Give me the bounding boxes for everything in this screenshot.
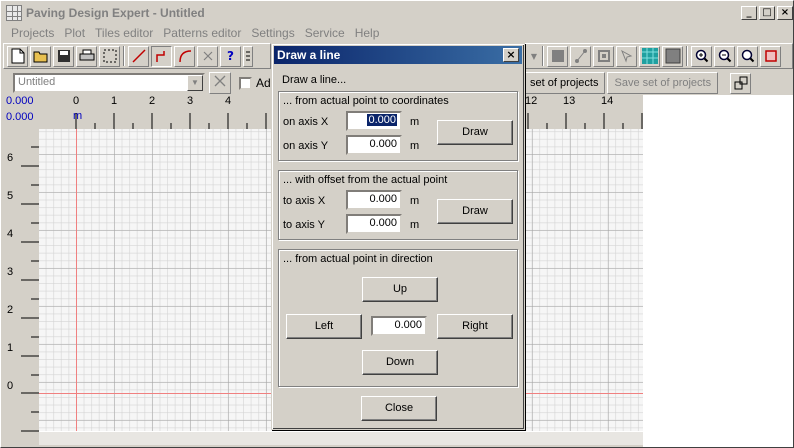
offset-group: ... with offset from the actual point to… [278,170,518,240]
clear-project-button[interactable] [209,72,231,94]
coords-x-label: on axis X [283,116,329,128]
main-toolbar-right: ▼ [525,43,793,69]
main-window: Paving Design Expert - Untitled _ □ × Pr… [0,0,794,448]
coords-y-label: on axis Y [283,140,329,152]
new-file-icon[interactable] [7,45,28,67]
offset-y-label: to axis Y [283,219,325,231]
window-controls: _ □ × [739,6,793,20]
offset-group-caption: ... with offset from the actual point [283,174,448,186]
close-window-button[interactable]: × [777,6,793,20]
menu-settings[interactable]: Settings [246,26,299,40]
project-toolbar: Untitled ▼ Ad [13,71,271,95]
direction-distance-value: 0.000 [394,319,422,331]
horizontal-scrollbar[interactable] [39,431,643,445]
left-ruler: 6 5 4 3 2 1 0 [1,129,39,445]
toolbar-separator [686,46,688,66]
y-axis-line [76,129,77,431]
direction-down-button[interactable]: Down [362,350,438,375]
menu-help[interactable]: Help [350,26,385,40]
coords-y-unit: m [410,140,420,152]
add-checkbox-label: Ad [256,76,271,90]
direction-up-button[interactable]: Up [362,277,438,302]
tool-icon[interactable] [197,45,218,67]
print-icon[interactable] [76,45,97,67]
title-bar: Paving Design Expert - Untitled _ □ × [2,2,793,24]
dialog-close-button[interactable]: Close [361,396,437,421]
menu-tiles-editor[interactable]: Tiles editor [90,26,158,40]
direction-left-button[interactable]: Left [286,314,362,339]
offset-x-value: 0.000 [369,193,397,205]
set-of-projects-button[interactable]: set of projects [523,72,606,94]
minimize-button[interactable]: _ [741,6,757,20]
toolbar-separator [123,46,125,66]
coords-group: ... from actual point to coordinates on … [278,91,518,161]
dialog-title-bar: Draw a line × [274,46,522,64]
fill-icon[interactable] [547,45,568,67]
coords-x-unit: m [410,116,420,128]
window-title: Paving Design Expert - Untitled [26,6,205,20]
project-select-value: Untitled [18,76,56,88]
offset-y-unit: m [410,219,420,231]
offset-draw-button[interactable]: Draw [437,199,513,224]
offset-x-label: to axis X [283,195,326,207]
add-checkbox[interactable] [239,76,252,90]
draw-line-dialog: Draw a line × Draw a line... ... from ac… [271,43,525,430]
toolbar-separator [542,46,544,66]
app-grid-icon [6,5,22,21]
nodes-icon[interactable] [570,45,591,67]
polyline-icon[interactable] [151,45,172,67]
zoom-out-icon[interactable] [714,45,735,67]
dialog-title: Draw a line [277,48,341,62]
chevron-down-icon[interactable]: ▼ [187,75,203,91]
coords-y-value: 0.000 [369,138,397,150]
offset-x-unit: m [410,195,420,207]
direction-distance-input[interactable]: 0.000 [371,316,427,336]
main-toolbar: ? [3,43,271,69]
zoom-fit-icon[interactable] [737,45,758,67]
square-icon[interactable] [593,45,614,67]
dialog-heading: Draw a line... [282,74,347,86]
coords-y-input[interactable]: 0.000 [346,135,402,155]
coords-draw-button[interactable]: Draw [437,120,513,145]
left-ruler-ticks [21,146,39,432]
direction-right-button[interactable]: Right [437,314,513,339]
select-rect-icon[interactable] [99,45,120,67]
line-icon[interactable] [128,45,149,67]
offset-x-input[interactable]: 0.000 [346,190,402,210]
frame-icon[interactable] [760,45,781,67]
offset-y-input[interactable]: 0.000 [346,214,402,234]
menu-patterns-editor[interactable]: Patterns editor [158,26,246,40]
texture-icon[interactable] [639,45,660,67]
coords-group-caption: ... from actual point to coordinates [283,95,449,107]
empty-workspace [643,95,793,447]
maximize-button[interactable]: □ [759,6,775,20]
project-set-toolbar: set of projects Save set of projects [523,71,752,95]
save-set-of-projects-button[interactable]: Save set of projects [607,72,719,94]
dropdown-icon[interactable]: ▼ [529,46,539,67]
gray-square-icon[interactable] [662,45,683,67]
help-icon[interactable]: ? [220,45,241,67]
menu-service[interactable]: Service [300,26,350,40]
direction-group: ... from actual point in direction Up Le… [278,249,518,387]
menu-projects[interactable]: Projects [6,26,59,40]
open-folder-icon[interactable] [30,45,51,67]
layout-icon[interactable] [730,72,752,94]
list-icon[interactable] [243,45,253,67]
coords-x-value: 0.000 [367,114,397,126]
offset-y-value: 0.000 [369,217,397,229]
arc-icon[interactable] [174,45,195,67]
menu-plot[interactable]: Plot [59,26,90,40]
zoom-in-icon[interactable] [691,45,712,67]
menu-bar: Projects Plot Tiles editor Patterns edit… [2,23,792,42]
project-select[interactable]: Untitled ▼ [13,73,205,93]
direction-group-caption: ... from actual point in direction [283,253,433,265]
save-icon[interactable] [53,45,74,67]
coords-x-input[interactable]: 0.000 [346,111,402,131]
dialog-close-icon[interactable]: × [503,48,519,62]
pointer-icon[interactable] [616,45,637,67]
